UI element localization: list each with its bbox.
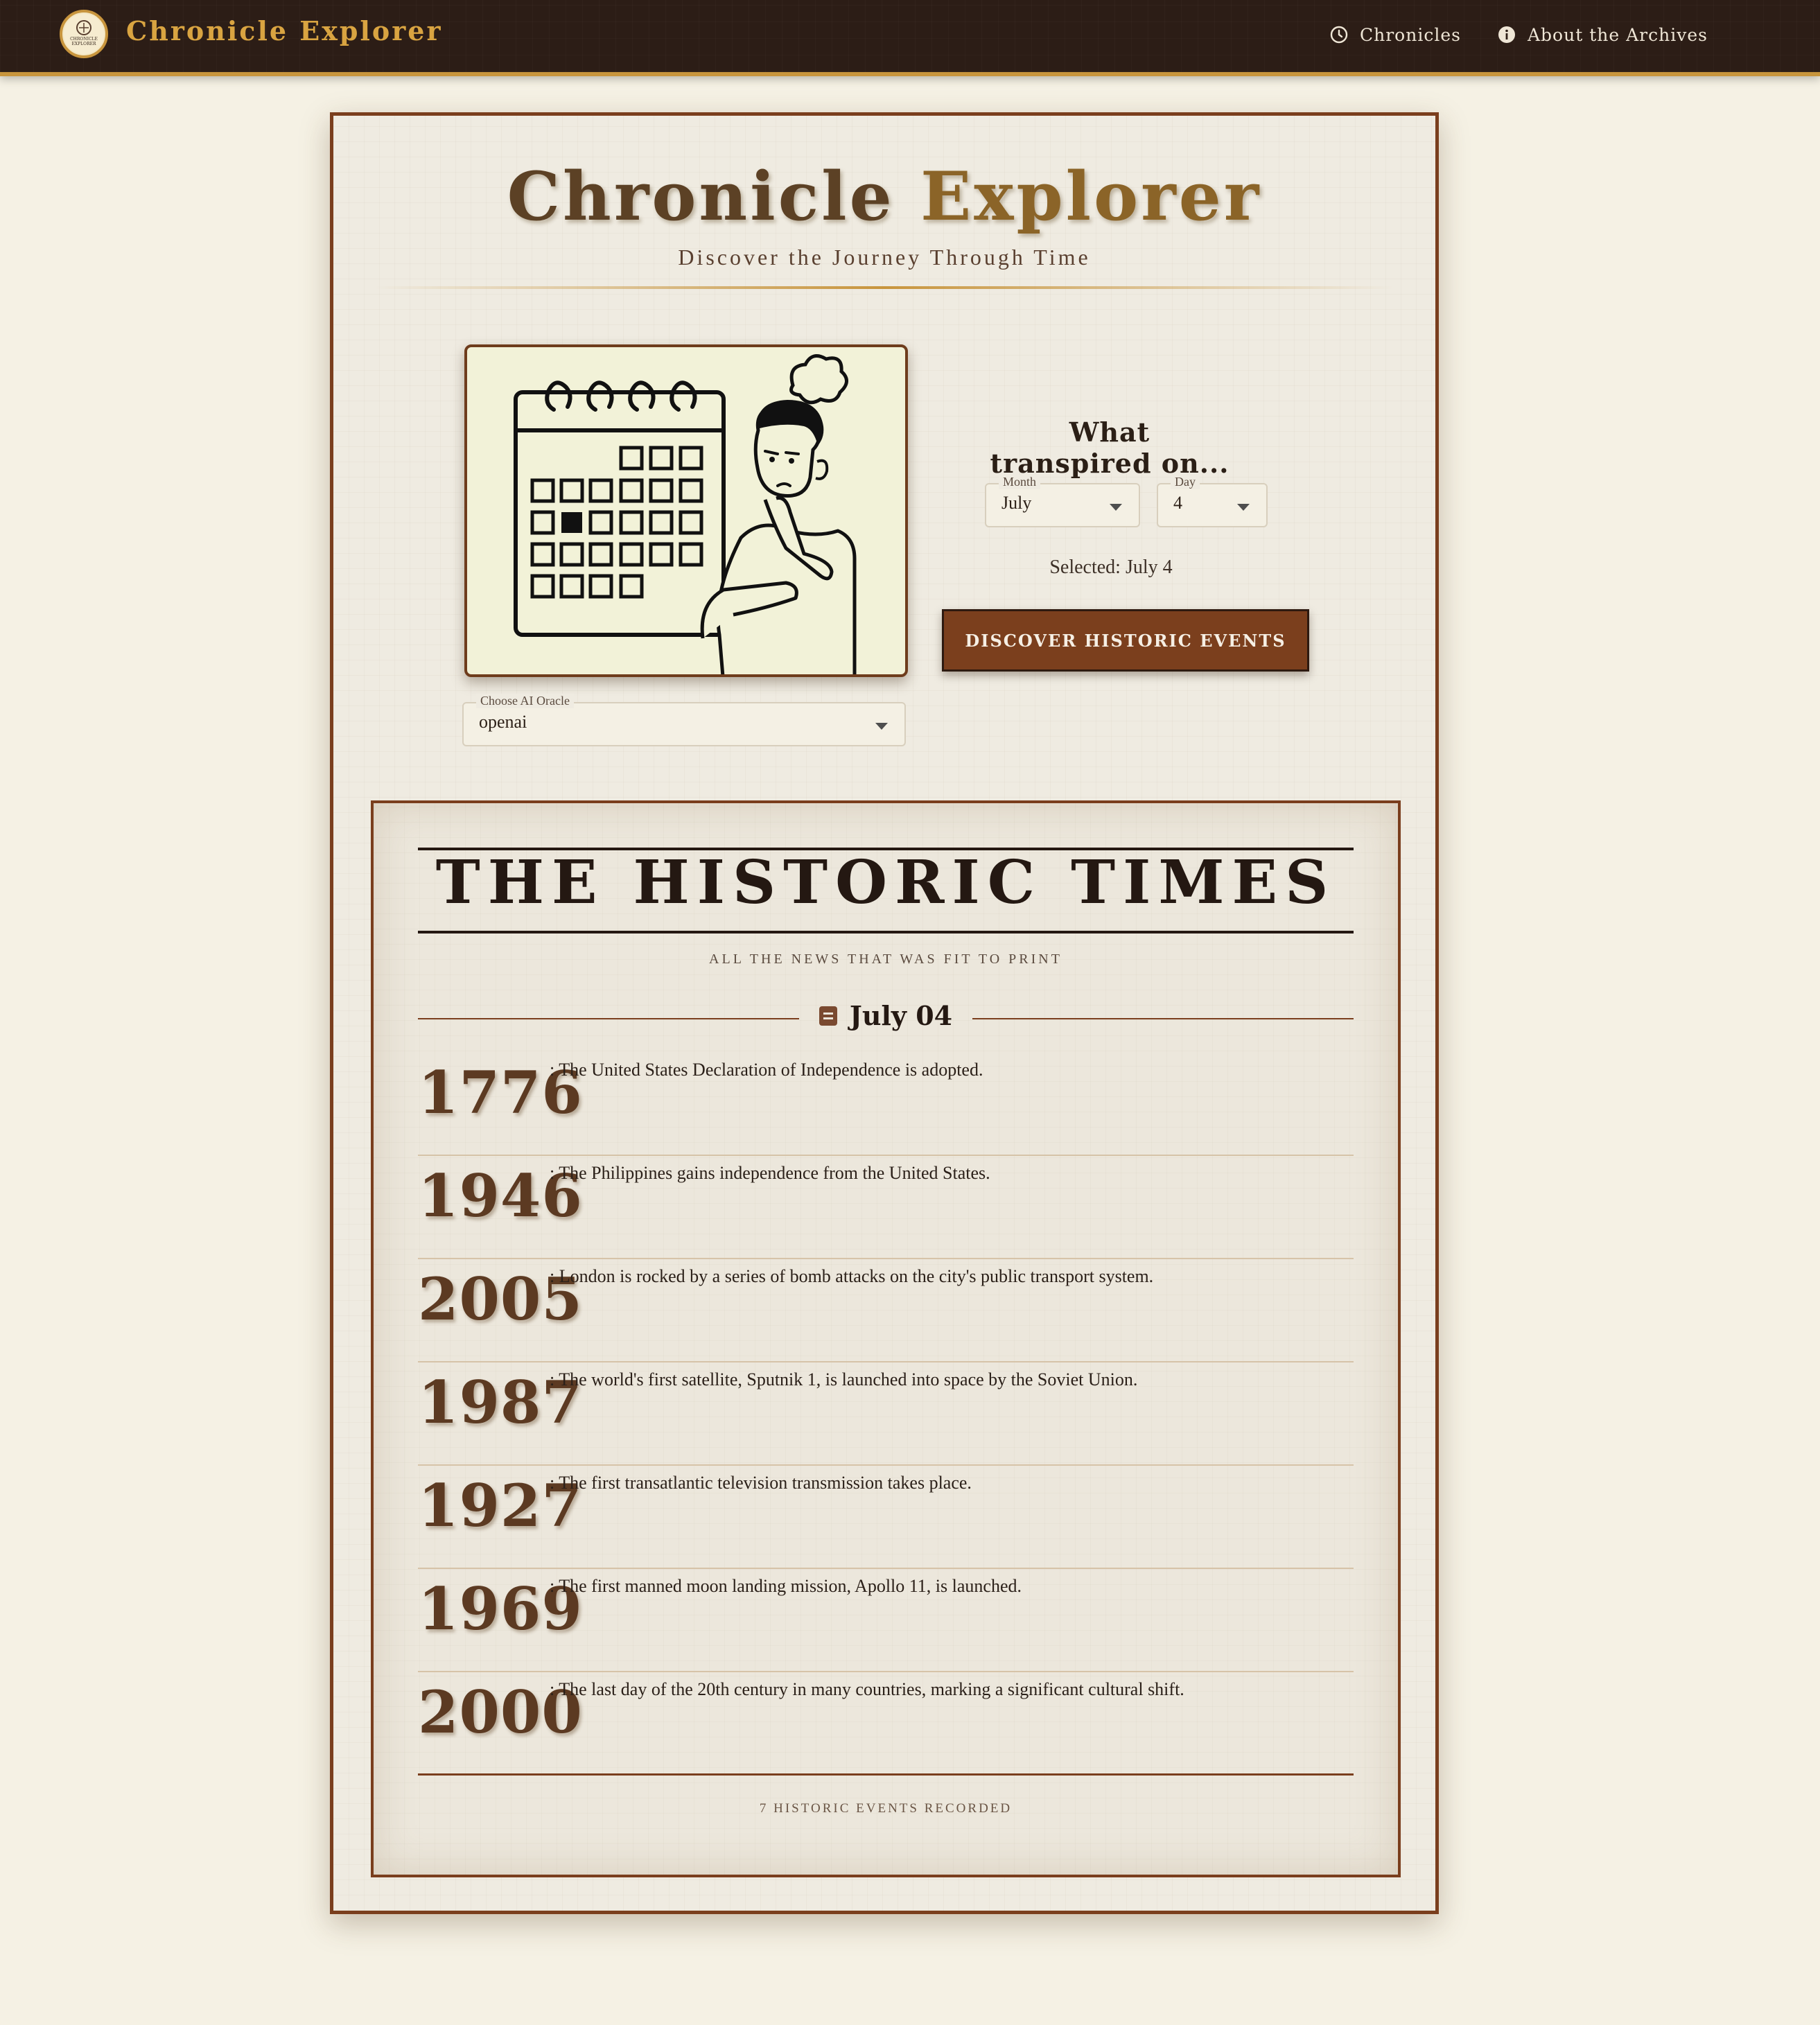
date-label: July 04 bbox=[849, 1000, 953, 1031]
page-title: Chronicle Explorer bbox=[333, 157, 1435, 236]
event-text: : The Philippines gains independence fro… bbox=[550, 1163, 990, 1183]
nav-link-label: Chronicles bbox=[1360, 24, 1461, 45]
date-heading: July 04 bbox=[418, 997, 1354, 1039]
day-select-label: Day bbox=[1171, 475, 1200, 489]
svg-text:CHRONICLE: CHRONICLE bbox=[70, 37, 98, 42]
article-icon bbox=[819, 1006, 837, 1026]
event-text: : The United States Declaration of Indep… bbox=[550, 1060, 983, 1080]
newspaper-panel: THE HISTORIC TIMES ALL THE NEWS THAT WAS… bbox=[371, 800, 1401, 1877]
list-item: 2005 : London is rocked by a series of b… bbox=[418, 1259, 1354, 1362]
events-list: 1776 : The United States Declaration of … bbox=[418, 1053, 1354, 1776]
date-question: What transpired on... bbox=[990, 417, 1230, 479]
event-text: : The last day of the 20th century in ma… bbox=[550, 1679, 1184, 1699]
title-part-2: Explorer bbox=[920, 157, 1262, 236]
chevron-down-icon bbox=[1237, 504, 1250, 511]
event-text: : The first manned moon landing mission,… bbox=[550, 1576, 1022, 1596]
page-subtitle: Discover the Journey Through Time bbox=[678, 245, 1091, 270]
list-item: 1946 : The Philippines gains independenc… bbox=[418, 1156, 1354, 1259]
logo-icon[interactable]: CHRONICLE EXPLORER bbox=[60, 10, 108, 58]
day-select-value: 4 bbox=[1173, 493, 1182, 513]
month-select[interactable]: Month July bbox=[985, 475, 1140, 527]
discover-events-button[interactable]: DISCOVER HISTORIC EVENTS bbox=[942, 609, 1309, 672]
list-item: 1927 : The first transatlantic televisio… bbox=[418, 1466, 1354, 1569]
events-count-footer: 7 HISTORIC EVENTS RECORDED bbox=[759, 1801, 1013, 1816]
selected-date-text: Selected: July 4 bbox=[1049, 556, 1173, 578]
oracle-select-value: openai bbox=[479, 712, 527, 732]
info-icon bbox=[1498, 26, 1515, 43]
newspaper-masthead: THE HISTORIC TIMES bbox=[435, 848, 1336, 918]
clock-icon bbox=[1330, 26, 1348, 44]
event-text: : The first transatlantic television tra… bbox=[550, 1473, 972, 1493]
chevron-down-icon bbox=[1110, 504, 1122, 511]
list-item: 2000 : The last day of the 20th century … bbox=[418, 1672, 1354, 1776]
top-navbar: CHRONICLE EXPLORER Chronicle Explorer Ch… bbox=[0, 0, 1820, 76]
date-heading-text: July 04 bbox=[418, 1000, 1354, 1031]
divider bbox=[375, 286, 1394, 289]
divider bbox=[418, 1773, 1354, 1776]
day-select[interactable]: Day 4 bbox=[1157, 475, 1268, 527]
list-item: 1969 : The first manned moon landing mis… bbox=[418, 1569, 1354, 1672]
title-part-1: Chronicle bbox=[507, 157, 895, 236]
calendar-thinking-illustration bbox=[464, 344, 908, 677]
svg-text:EXPLORER: EXPLORER bbox=[71, 42, 96, 46]
main-card: Chronicle Explorer Discover the Journey … bbox=[330, 112, 1439, 1914]
event-text: : The world's first satellite, Sputnik 1… bbox=[550, 1369, 1138, 1390]
nav-link-chronicles[interactable]: Chronicles bbox=[1329, 21, 1461, 49]
month-select-value: July bbox=[1001, 493, 1032, 513]
oracle-select[interactable]: Choose AI Oracle openai bbox=[462, 694, 906, 746]
list-item: 1987 : The world's first satellite, Sput… bbox=[418, 1362, 1354, 1466]
brand-title[interactable]: Chronicle Explorer bbox=[126, 15, 442, 46]
newspaper-tagline: ALL THE NEWS THAT WAS FIT TO PRINT bbox=[709, 952, 1062, 967]
event-text: : London is rocked by a series of bomb a… bbox=[550, 1266, 1154, 1286]
oracle-select-label: Choose AI Oracle bbox=[476, 694, 574, 708]
list-item: 1776 : The United States Declaration of … bbox=[418, 1053, 1354, 1156]
month-select-label: Month bbox=[999, 475, 1041, 489]
nav-link-label: About the Archives bbox=[1528, 24, 1708, 45]
chevron-down-icon bbox=[875, 723, 888, 730]
nav-link-about[interactable]: About the Archives bbox=[1497, 21, 1708, 49]
masthead-rule-bottom bbox=[418, 931, 1354, 933]
